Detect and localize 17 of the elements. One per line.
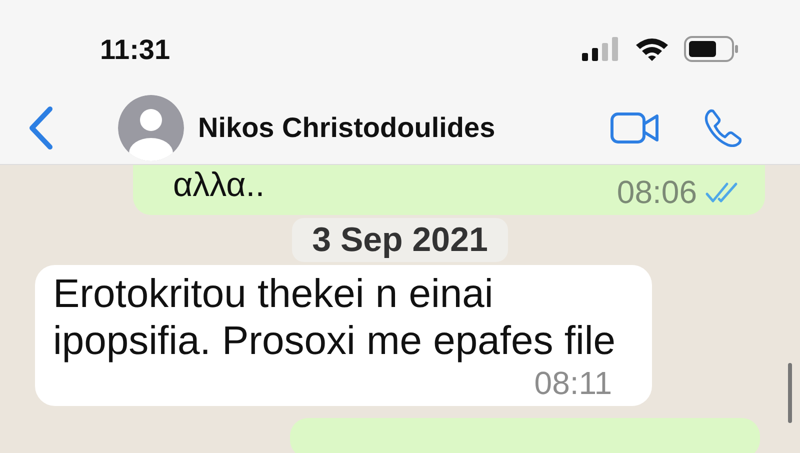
message-bubble[interactable]: Erotokritou thekei n einai ipopsifia. Prosoxi me epafes file 08:11 [35, 265, 652, 406]
wifi-icon [634, 36, 670, 62]
clock-time: 11:31 [100, 34, 170, 66]
message-time: 08:11 [534, 365, 612, 402]
back-button[interactable] [28, 106, 54, 150]
phone-call-button[interactable] [704, 109, 742, 147]
date-label: 3 Sep 2021 [292, 218, 508, 262]
avatar-icon [118, 95, 184, 161]
message-text: αλλα.. [173, 165, 265, 205]
video-call-button[interactable] [610, 111, 660, 145]
message-text: Erotokritou thekei n einai ipopsifia. Prosoxi me epafes file [53, 271, 616, 365]
message-time: 08:06 [616, 174, 697, 211]
scroll-bar[interactable] [788, 363, 792, 423]
message-bubble[interactable]: αλλα.. 08:06 [133, 165, 765, 215]
contact-name[interactable]: Nikos Christodoulides [198, 112, 496, 144]
battery-icon [684, 36, 740, 62]
signal-icon [582, 37, 620, 61]
